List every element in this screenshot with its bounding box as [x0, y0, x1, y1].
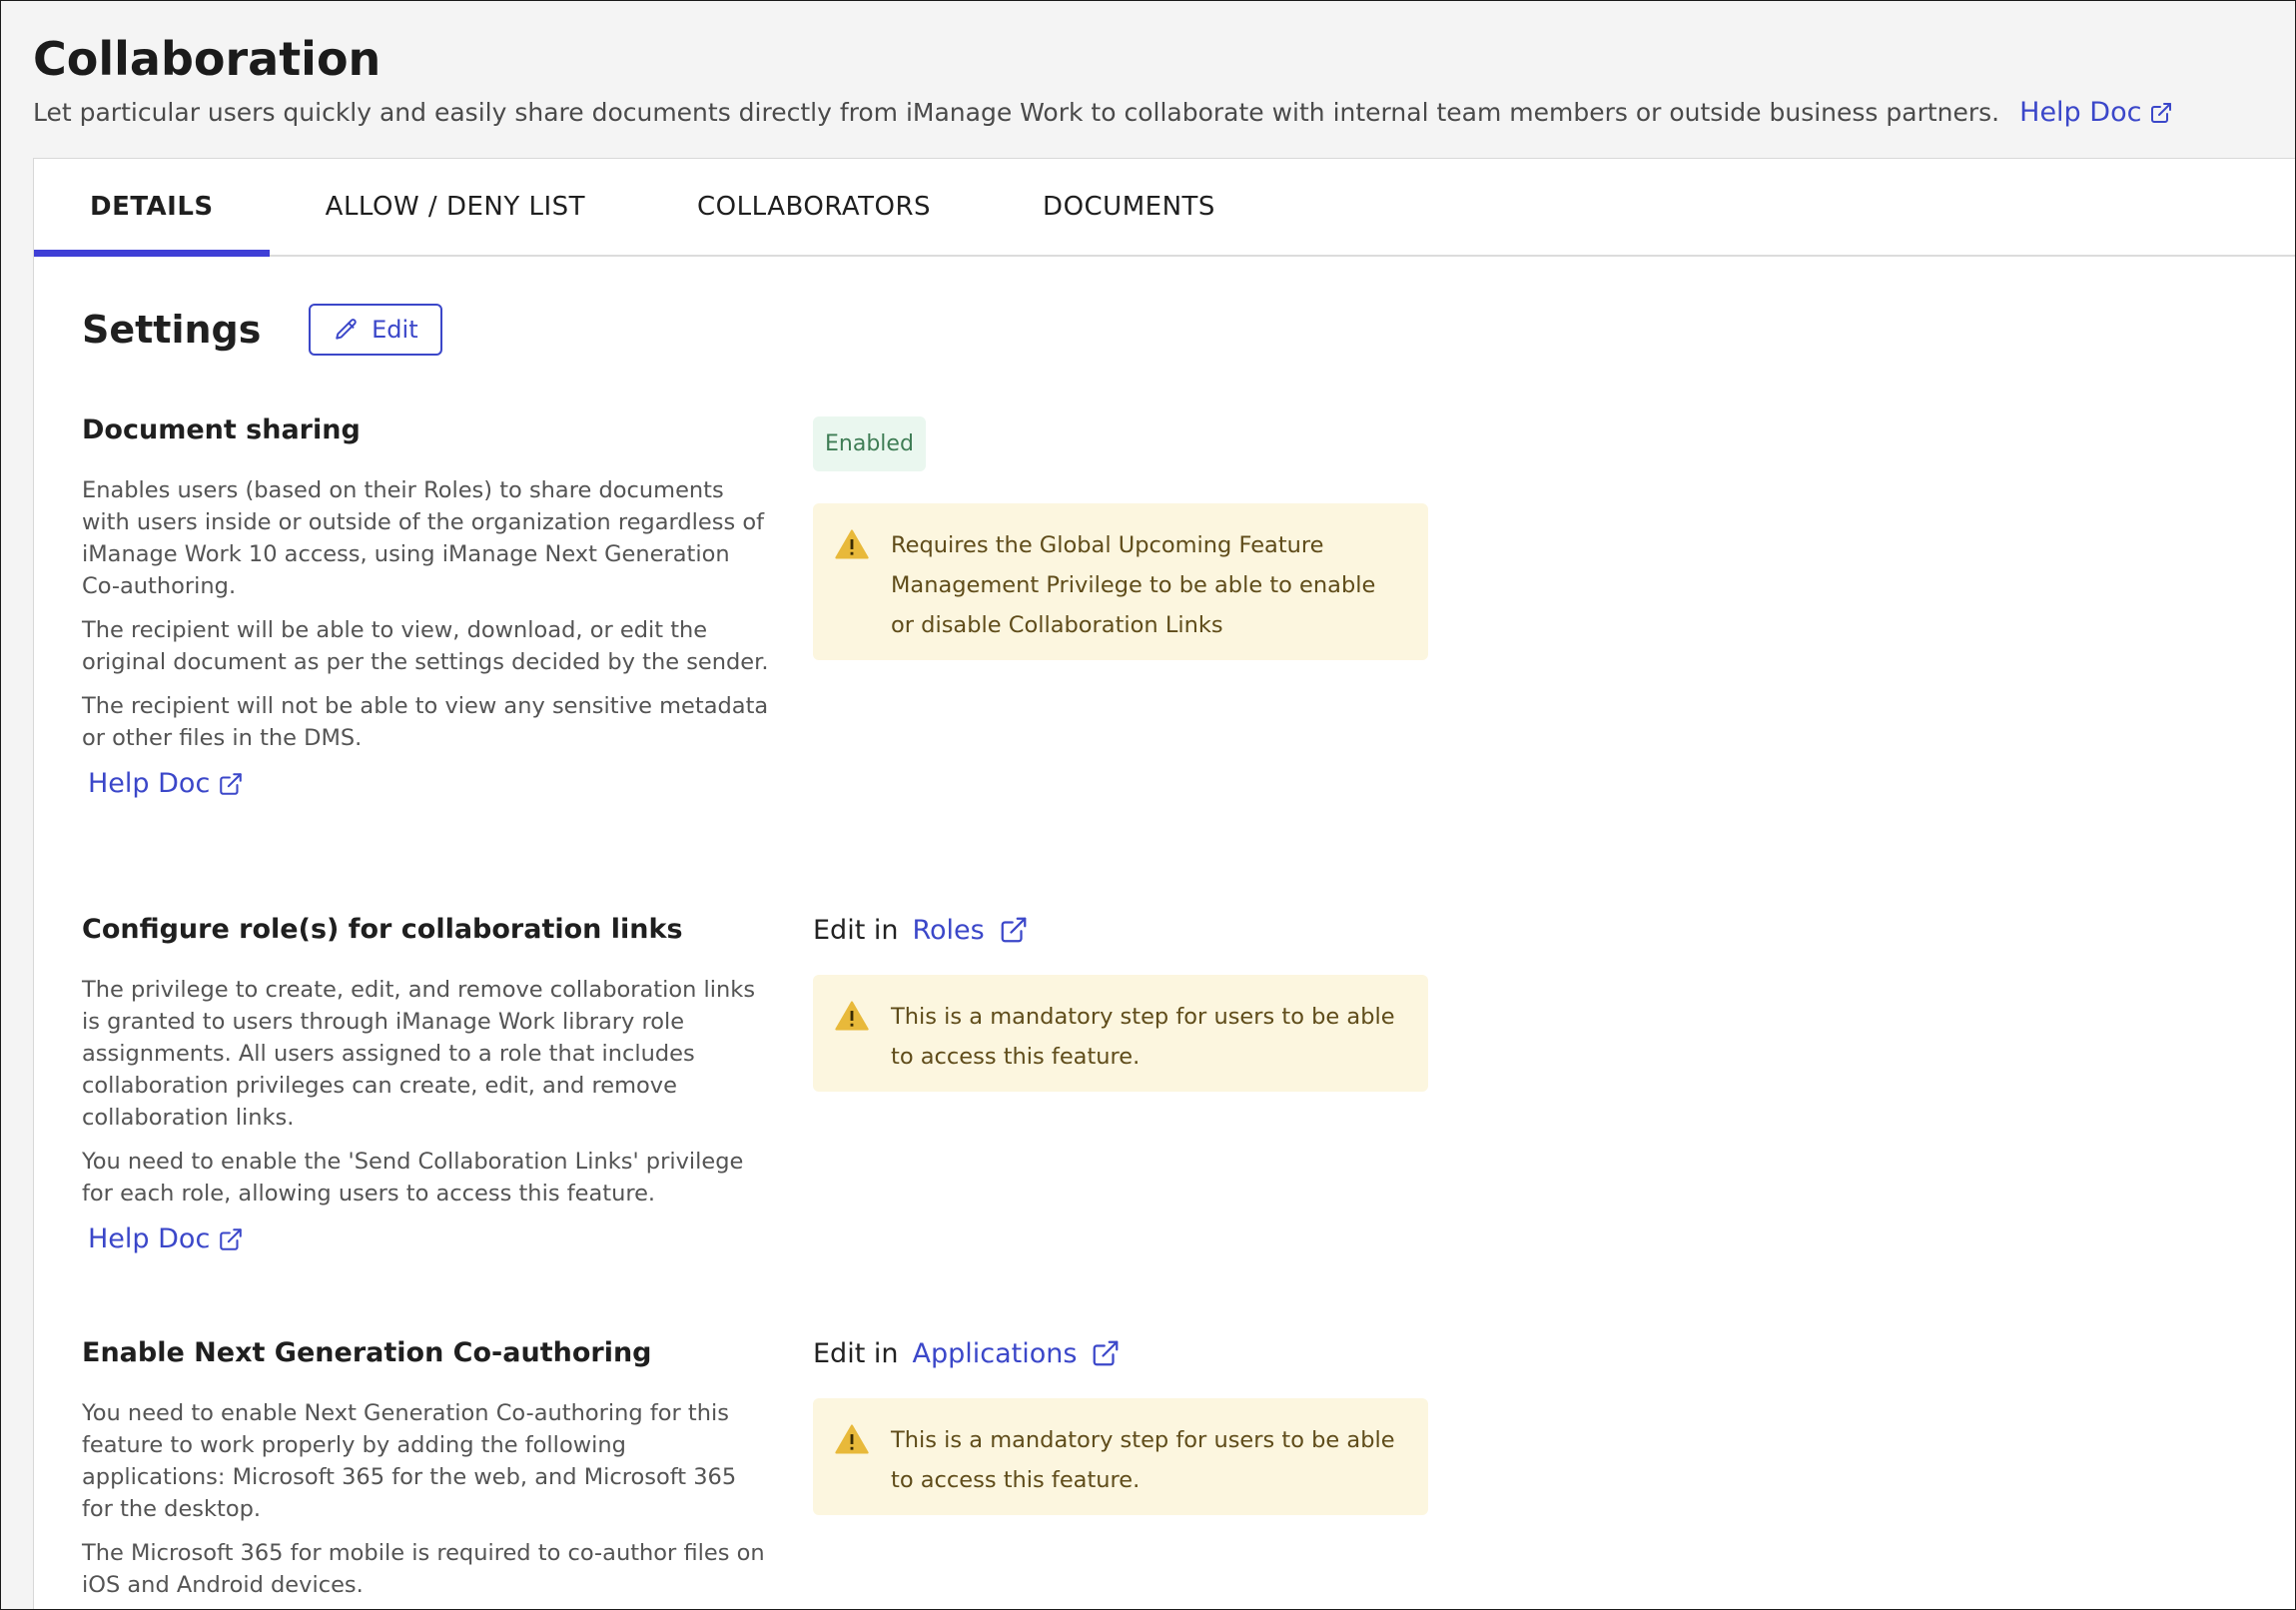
section-title: Configure role(s) for collaboration link… [82, 914, 683, 945]
description-paragraph: You need to enable the 'Send Collaborati… [82, 1149, 744, 1207]
co-authoring-edit-col: Edit in Applications [813, 1333, 1121, 1373]
tab-documents[interactable]: DOCUMENTS [987, 159, 1271, 255]
external-link-icon [1001, 917, 1027, 943]
edit-in-roles: Edit in Roles [813, 910, 1029, 950]
external-link-icon [1094, 1340, 1119, 1366]
warning-text: This is a mandatory step for users to be… [891, 1427, 1395, 1493]
section-title: Document sharing [82, 414, 361, 445]
tab-allow-deny-list[interactable]: ALLOW / DENY LIST [270, 159, 641, 255]
warning-banner: This is a mandatory step for users to be… [813, 975, 1428, 1092]
warning-text: Requires the Global Upcoming Feature Man… [891, 532, 1376, 638]
configure-roles-help-doc-link[interactable]: Help Doc [88, 1223, 244, 1254]
section-description: The privilege to create, edit, and remov… [82, 974, 771, 1209]
page-header: Collaboration Let particular users quick… [33, 29, 2260, 131]
external-link-icon [220, 772, 243, 795]
description-paragraph: Enables users (based on their Roles) to … [82, 477, 765, 599]
section-document-sharing: Document sharing Enables users (based on… [82, 412, 771, 799]
external-link-icon [220, 1227, 243, 1250]
document-sharing-warning-col: Requires the Global Upcoming Feature Man… [813, 503, 1428, 660]
section-co-authoring: Enable Next Generation Co-authoring You … [82, 1335, 771, 1609]
co-authoring-warning-col: This is a mandatory step for users to be… [813, 1398, 1428, 1515]
details-card: DETAILS ALLOW / DENY LIST COLLABORATORS … [33, 158, 2295, 1609]
warning-banner: Requires the Global Upcoming Feature Man… [813, 503, 1428, 660]
warning-icon [835, 1424, 869, 1454]
configure-roles-edit-col: Edit in Roles [813, 910, 1029, 950]
document-sharing-help-doc-link[interactable]: Help Doc [88, 768, 244, 799]
edit-settings-button[interactable]: Edit [309, 304, 443, 356]
section-title: Enable Next Generation Co-authoring [82, 1337, 652, 1368]
edit-in-applications: Edit in Applications [813, 1333, 1121, 1373]
help-doc-label: Help Doc [2019, 97, 2142, 128]
section-description: Enables users (based on their Roles) to … [82, 474, 771, 754]
warning-icon [835, 529, 869, 559]
help-doc-label: Help Doc [88, 1223, 211, 1254]
edit-in-label: Edit in [813, 914, 899, 946]
edit-in-label: Edit in [813, 1337, 899, 1369]
header-help-doc-link[interactable]: Help Doc [2019, 95, 2173, 131]
app-frame: Collaboration Let particular users quick… [0, 0, 2296, 1610]
description-paragraph: The recipient will be able to view, down… [82, 617, 769, 675]
tab-bar: DETAILS ALLOW / DENY LIST COLLABORATORS … [34, 159, 2295, 257]
tab-details[interactable]: DETAILS [34, 159, 270, 257]
roles-link-label: Roles [912, 914, 985, 946]
help-doc-label: Help Doc [88, 768, 211, 799]
settings-title: Settings [82, 308, 262, 352]
pencil-icon [336, 319, 357, 340]
roles-link[interactable]: Roles [912, 915, 1028, 946]
section-description: You need to enable Next Generation Co-au… [82, 1397, 771, 1601]
tab-collaborators[interactable]: COLLABORATORS [641, 159, 987, 255]
description-paragraph: The Microsoft 365 for mobile is required… [82, 1540, 765, 1598]
description-paragraph: You need to enable Next Generation Co-au… [82, 1400, 737, 1522]
document-sharing-status-col: Enabled [813, 416, 926, 471]
description-paragraph: The privilege to create, edit, and remov… [82, 977, 756, 1131]
page-subtitle: Let particular users quickly and easily … [33, 95, 2260, 131]
status-badge: Enabled [813, 416, 926, 471]
section-configure-roles: Configure role(s) for collaboration link… [82, 912, 771, 1254]
warning-icon [835, 1001, 869, 1031]
external-link-icon [2151, 103, 2172, 123]
page-title: Collaboration [33, 32, 382, 86]
edit-button-label: Edit [372, 316, 418, 344]
warning-banner: This is a mandatory step for users to be… [813, 1398, 1428, 1515]
warning-text: This is a mandatory step for users to be… [891, 1004, 1395, 1070]
applications-link[interactable]: Applications [912, 1338, 1121, 1369]
description-paragraph: The recipient will not be able to view a… [82, 693, 769, 751]
page-description: Let particular users quickly and easily … [33, 98, 2000, 127]
configure-roles-warning-col: This is a mandatory step for users to be… [813, 975, 1428, 1092]
applications-link-label: Applications [912, 1337, 1078, 1369]
settings-header: Settings Edit [82, 304, 443, 356]
